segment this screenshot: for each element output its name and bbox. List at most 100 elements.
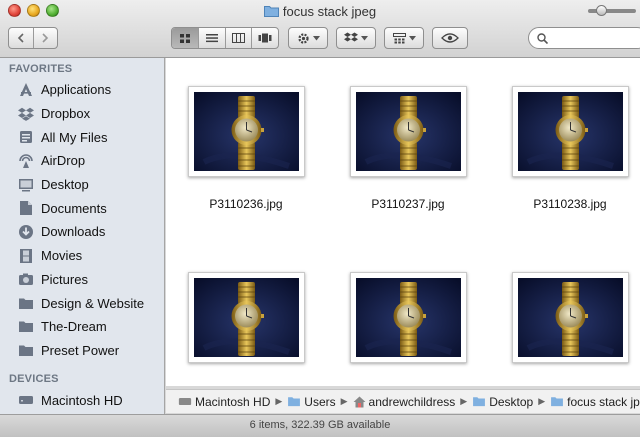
sidebar-item-label: The-Dream	[41, 319, 107, 335]
back-forward-control	[8, 27, 58, 49]
all-my-files-icon	[17, 129, 35, 145]
dropbox-icon	[17, 106, 35, 122]
path-segment-label: focus stack jpeg	[567, 394, 640, 409]
dropbox-icon	[344, 32, 358, 42]
file-thumbnail	[187, 272, 305, 363]
sidebar-header-devices: DEVICES	[9, 373, 59, 386]
watch-icon	[517, 92, 623, 171]
status-text: 6 items, 322.39 GB available	[249, 419, 391, 431]
file-thumbnail	[511, 272, 629, 363]
coverflow-view-button[interactable]	[251, 28, 278, 48]
watch-photo	[193, 92, 299, 171]
path-separator-icon: ▶	[275, 396, 283, 406]
sidebar-item-label: Downloads	[41, 224, 106, 240]
chevron-down-icon	[361, 35, 368, 40]
path-segment-label: Macintosh HD	[195, 394, 271, 409]
chevron-down-icon	[408, 35, 416, 40]
hard-drive-icon	[178, 396, 192, 407]
path-segment-users[interactable]: Users	[287, 395, 336, 409]
file-item[interactable]	[348, 272, 468, 383]
sidebar-item-desktop[interactable]: Desktop	[0, 173, 164, 197]
file-item[interactable]	[510, 272, 630, 383]
arrange-icon	[392, 32, 406, 43]
home-icon	[353, 396, 366, 408]
sidebar-header-favorites: FAVORITES	[9, 63, 73, 75]
file-item[interactable]: P3110238.jpg	[510, 86, 630, 211]
sidebar-item-all-my-files[interactable]: All My Files	[0, 125, 164, 149]
finder-window: focus stack jpeg FAVORITES Applications …	[0, 0, 640, 437]
sidebar-item-preset-power[interactable]: Preset Power	[0, 339, 164, 363]
path-segment-label: Desktop	[489, 394, 534, 409]
sidebar-item-label: Desktop	[41, 177, 89, 193]
sidebar-item-pictures[interactable]: Pictures	[0, 268, 164, 292]
quick-look-button[interactable]	[432, 27, 468, 49]
documents-icon	[17, 200, 35, 216]
airdrop-icon	[17, 153, 35, 169]
list-view-icon	[205, 34, 218, 43]
folder-icon	[287, 396, 301, 407]
folder-icon	[263, 6, 279, 17]
action-menu-button[interactable]	[288, 27, 328, 49]
watch-icon	[517, 278, 623, 357]
view-switcher	[171, 27, 279, 49]
sidebar-item-label: Macintosh HD	[41, 392, 123, 408]
sidebar-item-airdrop[interactable]: AirDrop	[0, 149, 164, 173]
icon-size-slider-handle[interactable]	[596, 5, 607, 16]
search-icon	[537, 32, 548, 44]
file-name: P3110236.jpg	[209, 197, 283, 211]
file-name: P3110238.jpg	[533, 197, 607, 211]
icon-view-button[interactable]	[172, 28, 198, 48]
search-input[interactable]	[552, 32, 640, 44]
path-segment-desktop[interactable]: Desktop	[472, 395, 533, 409]
icon-view-icon	[179, 33, 190, 43]
list-view-button[interactable]	[197, 28, 225, 48]
folder-icon	[17, 342, 35, 358]
sidebar-item-label: Design & Website	[41, 295, 145, 311]
watch-photo	[517, 92, 623, 171]
window-title-text: focus stack jpeg	[282, 4, 377, 19]
arrange-menu-button[interactable]	[384, 27, 424, 49]
column-view-button[interactable]	[224, 28, 252, 48]
file-grid: P3110236.jpg P3110237.jpg P3110238.jpg	[166, 58, 640, 386]
hard-drive-icon	[17, 392, 35, 408]
sidebar-item-movies[interactable]: Movies	[0, 244, 164, 268]
chevron-down-icon	[312, 35, 320, 40]
back-button[interactable]	[9, 28, 33, 48]
path-segment-macintosh-hd[interactable]: Macintosh HD	[178, 395, 270, 409]
file-item[interactable]: P3110236.jpg	[186, 86, 306, 211]
search-field[interactable]	[528, 27, 640, 49]
forward-button[interactable]	[32, 28, 57, 48]
watch-photo	[355, 278, 461, 357]
sidebar-item-label: Pictures	[41, 271, 88, 287]
sidebar-item-label: Dropbox	[41, 106, 91, 122]
folder-icon	[17, 295, 35, 311]
file-thumbnail	[187, 86, 305, 177]
dropbox-menu-button[interactable]	[336, 27, 376, 49]
watch-icon	[193, 278, 299, 357]
window-title: focus stack jpeg	[0, 4, 640, 19]
sidebar-item-documents[interactable]: Documents	[0, 196, 164, 220]
sidebar-item-macintosh-hd[interactable]: Macintosh HD	[0, 388, 164, 412]
sidebar-item-dropbox[interactable]: Dropbox	[0, 102, 164, 126]
sidebar-item-label: Preset Power	[41, 342, 120, 358]
watch-photo	[355, 92, 461, 171]
path-separator-icon: ▶	[460, 396, 468, 406]
sidebar-item-downloads[interactable]: Downloads	[0, 220, 164, 244]
sidebar-item-label: Documents	[41, 200, 107, 216]
sidebar-item-design-website[interactable]: Design & Website	[0, 291, 164, 315]
folder-icon	[17, 319, 35, 335]
sidebar-item-applications[interactable]: Applications	[0, 78, 164, 102]
eye-icon	[441, 33, 459, 43]
applications-icon	[17, 82, 35, 98]
file-item[interactable]: P3110237.jpg	[348, 86, 468, 211]
sidebar-item-label: Applications	[41, 82, 112, 98]
file-item[interactable]	[186, 272, 306, 383]
coverflow-view-icon	[258, 33, 272, 43]
sidebar-item-the-dream[interactable]: The-Dream	[0, 315, 164, 339]
path-segment-focus-stack-jpeg[interactable]: focus stack jpeg	[550, 395, 640, 409]
watch-photo	[193, 278, 299, 357]
pictures-icon	[17, 271, 35, 287]
path-segment-home[interactable]: andrewchildress	[353, 395, 455, 409]
sidebar-item-label: Movies	[41, 248, 83, 264]
path-bar: Macintosh HD ▶ Users ▶ andrewchildress ▶…	[166, 389, 640, 413]
